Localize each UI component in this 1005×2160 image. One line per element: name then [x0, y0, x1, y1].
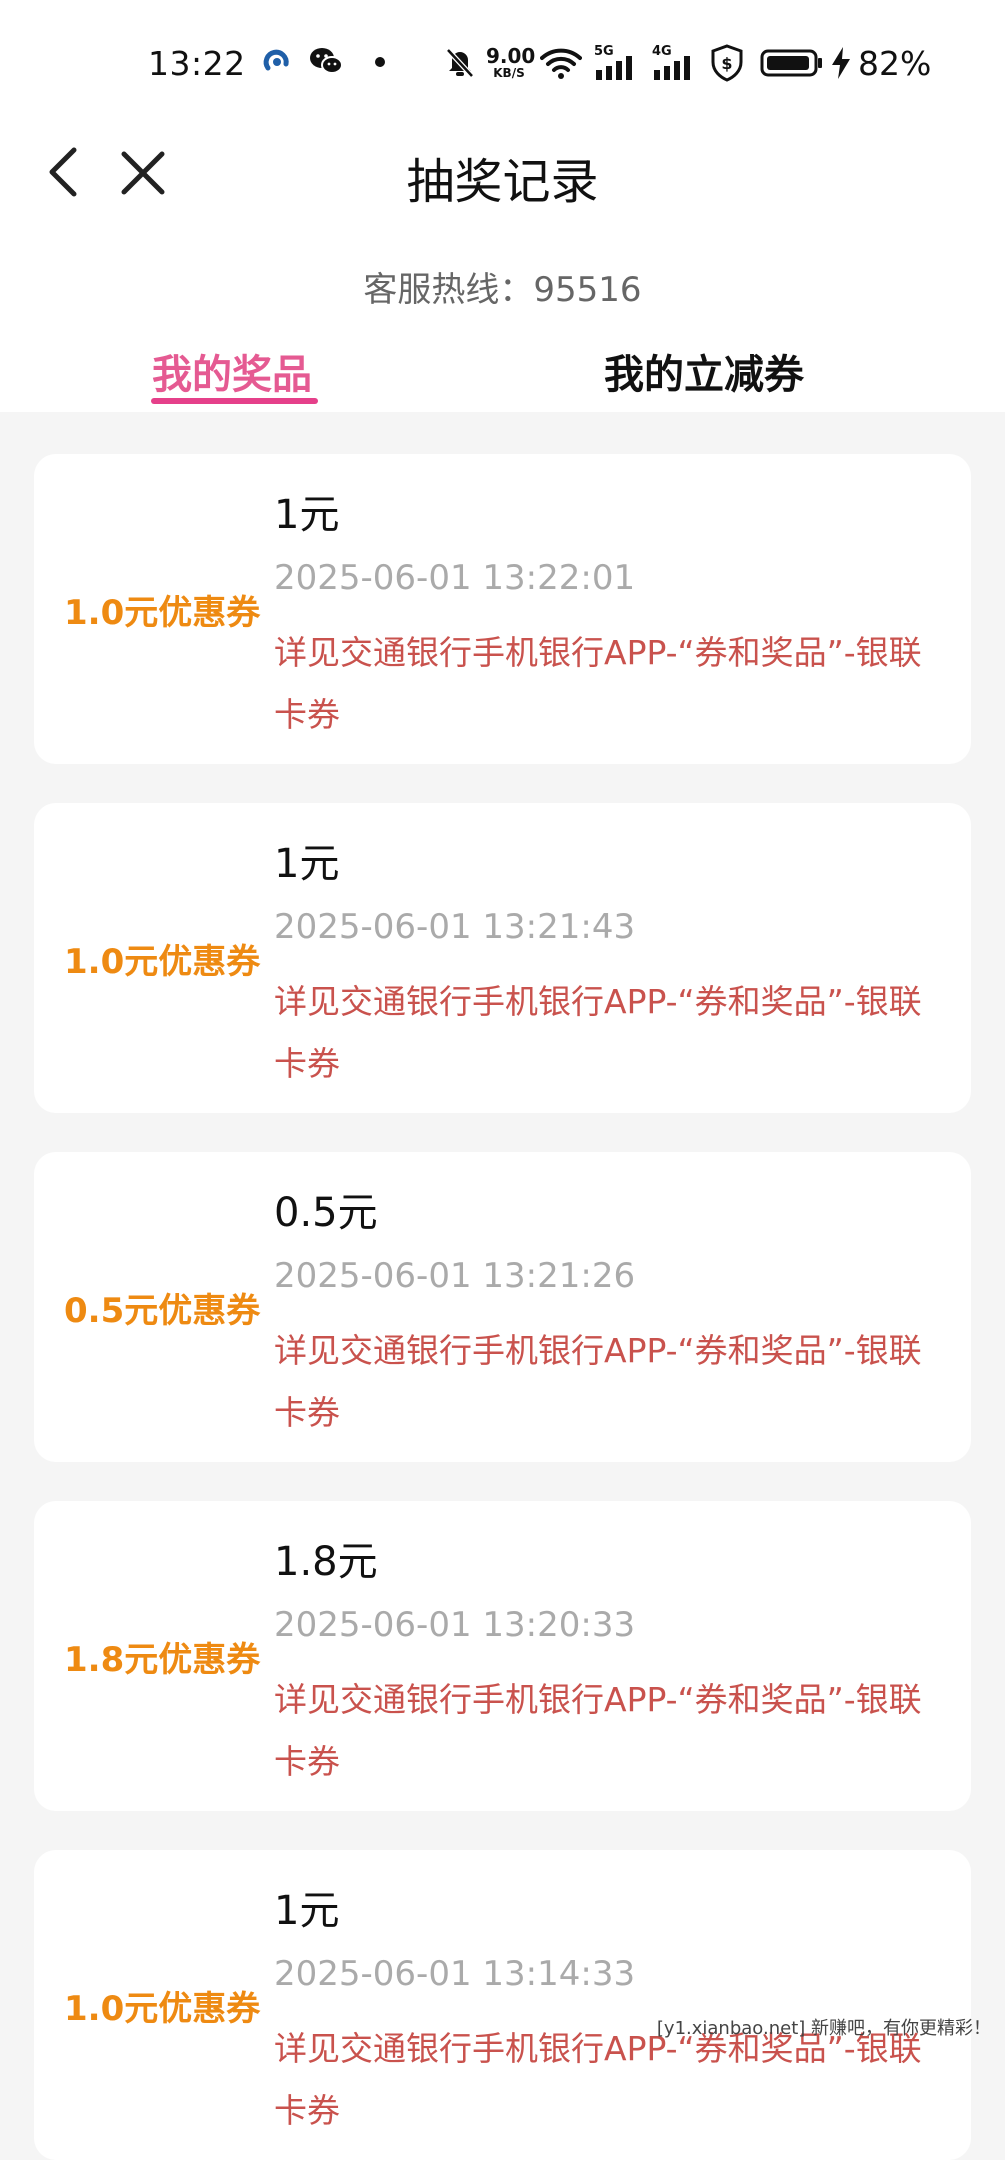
prize-detail: 详见交通银行手机银行APP-“券和奖品”-银联卡券	[274, 622, 944, 746]
wifi-icon	[540, 48, 582, 80]
record-card[interactable]: 1.0元优惠券 1元 2025-06-01 13:14:33 详见交通银行手机银…	[34, 1850, 971, 2160]
status-time: 13:22	[148, 44, 246, 83]
network-speed-value: 9.00	[486, 46, 532, 66]
svg-text:$: $	[721, 54, 732, 73]
status-bar: 13:22 9.00 KB/S	[0, 0, 1005, 130]
active-tab-indicator	[151, 398, 318, 404]
prize-datetime: 2025-06-01 13:14:33	[274, 1954, 635, 1994]
coupon-label: 0.5元优惠券	[64, 1152, 264, 1462]
page-title: 抽奖记录	[0, 142, 1005, 212]
battery-percent: 82%	[858, 44, 931, 83]
signal-5g: 5G	[594, 44, 640, 80]
battery-icon	[760, 48, 824, 78]
record-card[interactable]: 1.0元优惠券 1元 2025-06-01 13:21:43 详见交通银行手机银…	[34, 803, 971, 1113]
mute-bell-icon	[444, 46, 476, 78]
network-speed: 9.00 KB/S	[486, 46, 532, 80]
watermark: [y1.xianbao.net] 新赚吧，有你更精彩！	[657, 2014, 991, 2040]
wechat-icon	[308, 46, 344, 76]
prize-detail: 详见交通银行手机银行APP-“券和奖品”-银联卡券	[274, 1320, 944, 1444]
signal-bars-icon	[652, 56, 698, 80]
network-speed-unit: KB/S	[486, 66, 532, 80]
tab-my-discount-coupons[interactable]: 我的立减券	[604, 342, 804, 400]
prize-datetime: 2025-06-01 13:20:33	[274, 1605, 635, 1645]
record-card[interactable]: 0.5元优惠券 0.5元 2025-06-01 13:21:26 详见交通银行手…	[34, 1152, 971, 1462]
prize-amount: 1.8元	[274, 1529, 378, 1587]
customer-service-hotline[interactable]: 客服热线：95516	[0, 262, 1005, 311]
prize-detail: 详见交通银行手机银行APP-“券和奖品”-银联卡券	[274, 971, 944, 1095]
more-notifications-dot-icon	[374, 56, 386, 68]
prize-detail: 详见交通银行手机银行APP-“券和奖品”-银联卡券	[274, 1669, 944, 1793]
coupon-label: 1.0元优惠券	[64, 803, 264, 1113]
header-area: 13:22 9.00 KB/S	[0, 0, 1005, 412]
record-card[interactable]: 1.0元优惠券 1元 2025-06-01 13:22:01 详见交通银行手机银…	[34, 454, 971, 764]
prize-amount: 1元	[274, 831, 339, 889]
charging-bolt-icon	[830, 46, 852, 80]
coupon-label: 1.0元优惠券	[64, 454, 264, 764]
signal-bars-icon	[594, 56, 640, 80]
prize-datetime: 2025-06-01 13:21:26	[274, 1256, 635, 1296]
coupon-label: 1.8元优惠券	[64, 1501, 264, 1811]
prize-amount: 0.5元	[274, 1180, 378, 1238]
prize-datetime: 2025-06-01 13:21:43	[274, 907, 635, 947]
record-card[interactable]: 1.8元优惠券 1.8元 2025-06-01 13:20:33 详见交通银行手…	[34, 1501, 971, 1811]
signal-4g: 4G	[652, 44, 698, 80]
prize-amount: 1元	[274, 482, 339, 540]
security-shield-icon: $	[710, 44, 744, 82]
prize-datetime: 2025-06-01 13:22:01	[274, 558, 635, 598]
prize-amount: 1元	[274, 1878, 339, 1936]
tab-my-prizes[interactable]: 我的奖品	[152, 342, 312, 400]
app-notification-icon	[262, 46, 292, 76]
coupon-label: 1.0元优惠券	[64, 1850, 264, 2160]
